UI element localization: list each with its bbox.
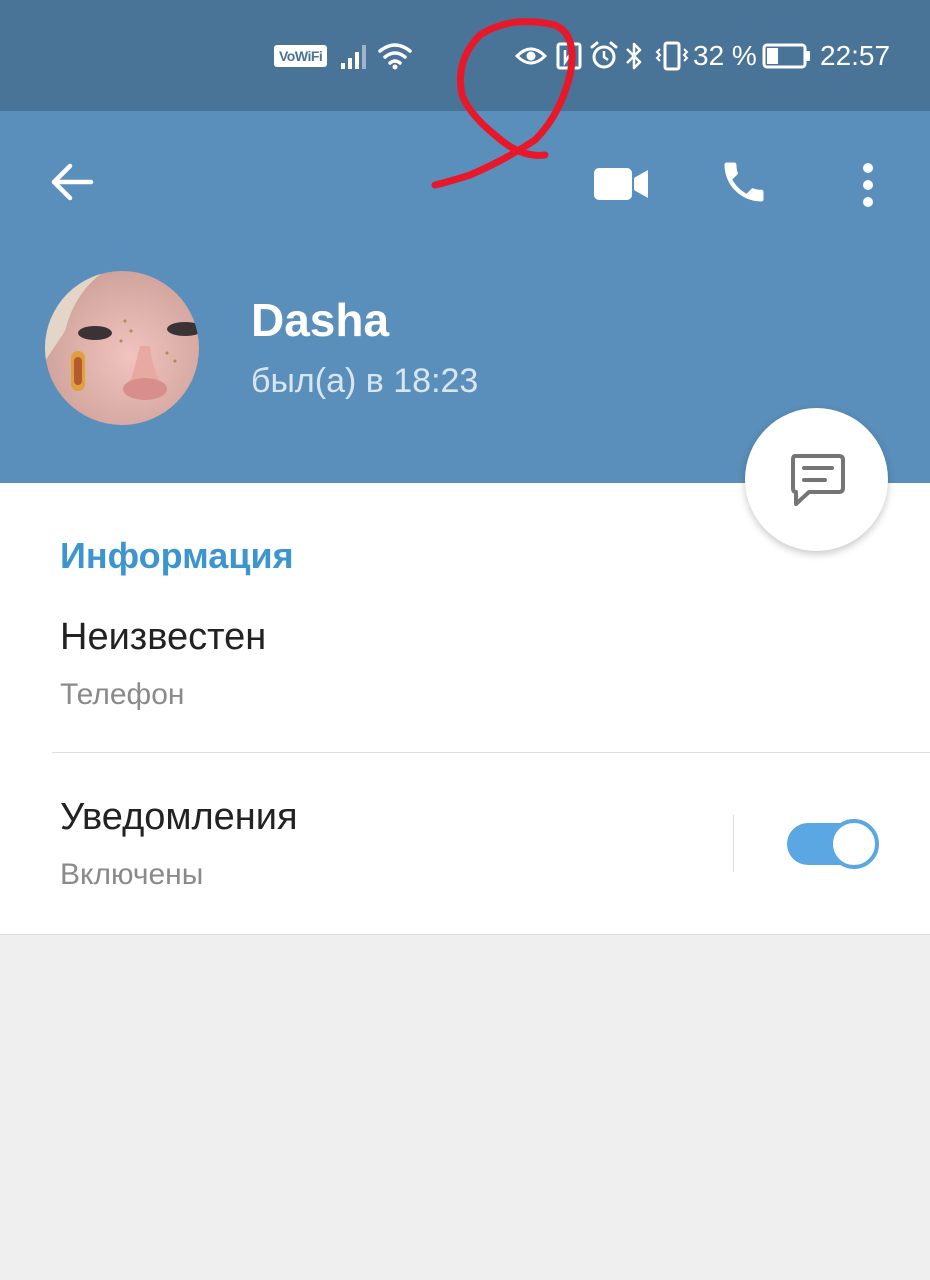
red-scribble-annotation	[431, 18, 576, 189]
